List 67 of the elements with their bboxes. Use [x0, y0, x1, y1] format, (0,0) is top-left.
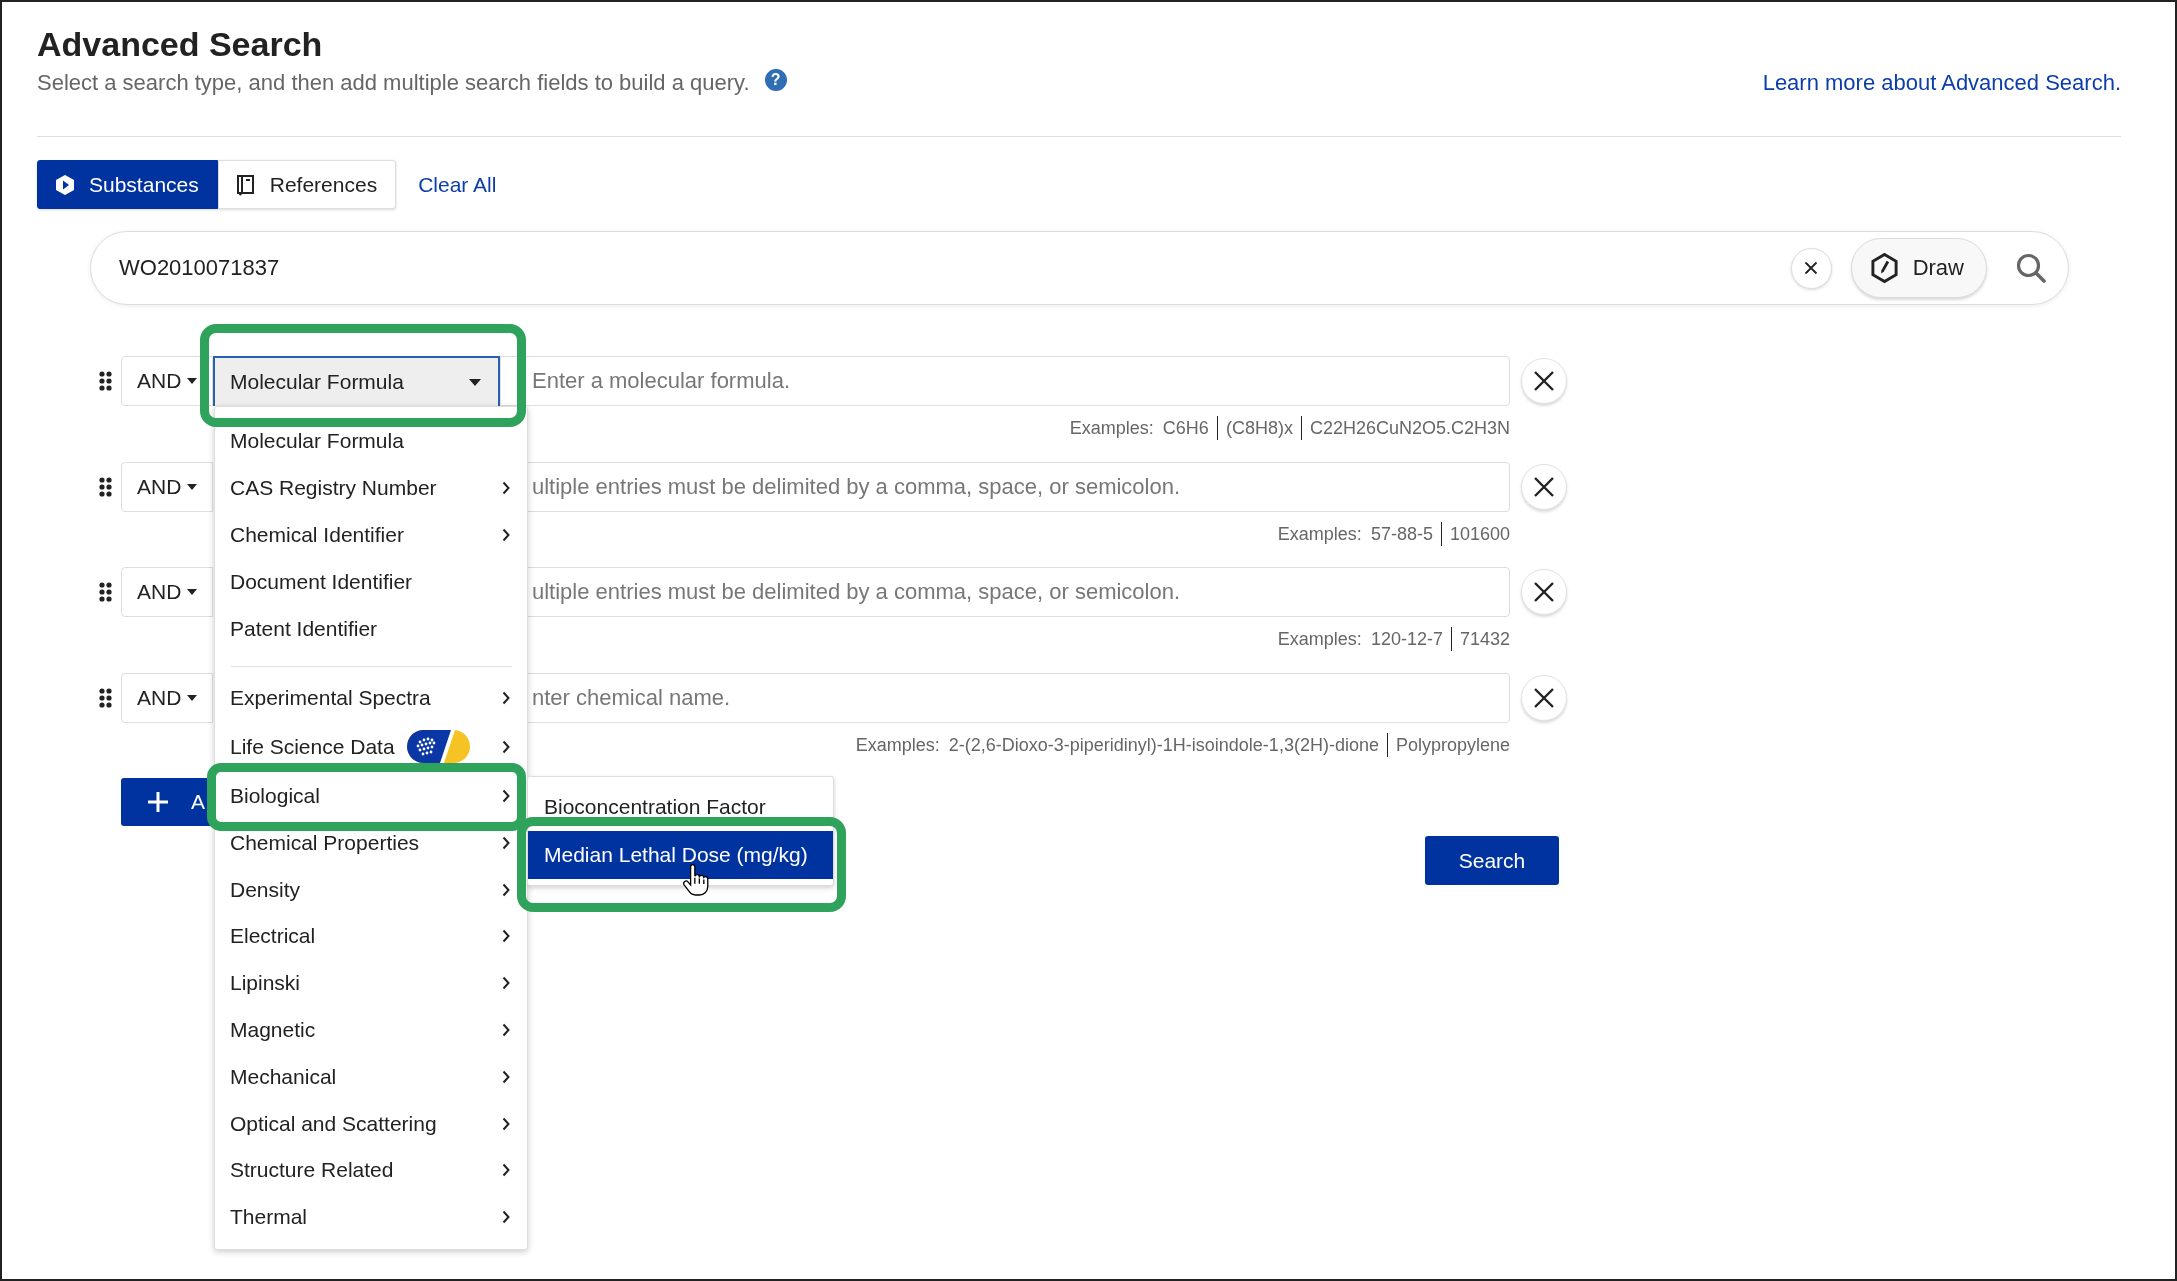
menu-item[interactable]: Mechanical — [215, 1053, 527, 1101]
caret-down-icon — [469, 378, 481, 386]
menu-item[interactable]: Structure Related — [215, 1146, 527, 1194]
page-title: Advanced Search — [37, 24, 324, 64]
examples-label: Examples: — [1277, 628, 1362, 651]
remove-row-button[interactable] — [1521, 358, 1567, 404]
plus-icon — [147, 791, 169, 813]
close-icon — [1804, 261, 1819, 275]
remove-row-button[interactable] — [1521, 569, 1567, 615]
menu-item[interactable]: Lipinski — [215, 959, 527, 1007]
close-icon — [1533, 475, 1555, 498]
menu-item[interactable]: Thermal — [215, 1193, 527, 1241]
examples-label: Examples: — [855, 733, 940, 757]
examples-label: Examples: — [1069, 417, 1154, 440]
search-input[interactable]: WO2010071837 — [119, 253, 1791, 283]
example-value: 101600 — [1440, 521, 1510, 546]
page-subtitle: Select a search type, and then add multiple search fields to build a query. — [37, 69, 750, 97]
menu-item[interactable]: Chemical Identifier — [215, 511, 527, 559]
caret-down-icon — [187, 378, 198, 384]
example-value: 57-88-5 — [1370, 522, 1433, 546]
example-value: 71432 — [1450, 627, 1510, 651]
search-type-tab[interactable]: References — [217, 160, 397, 209]
hexagon-icon — [55, 173, 75, 196]
close-icon — [1533, 581, 1555, 603]
example-value: 2-(2,6-Dioxo-3-piperidinyl)-1H-isoindole-1,3(2H)-dione — [948, 733, 1379, 757]
drag-handle-icon[interactable] — [99, 476, 112, 497]
menu-item[interactable]: Chemical Properties — [215, 819, 527, 867]
query-input[interactable]: Enter a molecular formula. — [500, 356, 1510, 406]
clear-all-link[interactable]: Clear All — [418, 172, 497, 197]
example-value: (C8H8)x — [1216, 416, 1293, 440]
field-dropdown[interactable]: Molecular Formula — [213, 356, 500, 406]
operator-dropdown[interactable]: AND — [121, 672, 213, 723]
example-value: C6H6 — [1162, 417, 1209, 440]
example-value: 120-12-7 — [1370, 628, 1443, 651]
remove-row-button[interactable] — [1521, 463, 1567, 510]
close-icon — [1533, 370, 1555, 392]
caret-down-icon — [187, 694, 198, 701]
hexagon-pencil-icon — [1869, 252, 1899, 284]
example-value: Polypropylene — [1386, 732, 1510, 757]
learn-more-link[interactable]: Learn more about Advanced Search. — [1762, 68, 2121, 98]
drag-handle-icon[interactable] — [99, 371, 112, 391]
search-button[interactable]: Search — [1425, 836, 1559, 885]
operator-dropdown[interactable]: AND — [121, 356, 213, 406]
clear-button[interactable] — [1790, 247, 1832, 289]
remove-row-button[interactable] — [1521, 674, 1567, 721]
menu-item[interactable]: Magnetic — [215, 1006, 527, 1054]
search-icon[interactable] — [2016, 253, 2046, 283]
caret-down-icon — [187, 483, 198, 490]
menu-item[interactable]: Optical and Scattering — [215, 1100, 527, 1147]
search-type-tab[interactable]: Substances — [37, 160, 218, 209]
examples-label: Examples: — [1277, 522, 1362, 546]
caret-down-icon — [187, 589, 198, 595]
book-icon — [235, 173, 256, 196]
search-bar[interactable]: WO2010071837 Draw — [90, 231, 2069, 305]
menu-item[interactable]: Density — [215, 866, 527, 913]
drag-handle-icon[interactable] — [99, 687, 112, 708]
draw-button[interactable]: Draw — [1850, 238, 1987, 298]
close-icon — [1533, 686, 1555, 709]
operator-dropdown[interactable]: AND — [121, 461, 213, 512]
menu-item[interactable]: Electrical — [215, 912, 527, 960]
help-icon[interactable]: ? — [764, 69, 787, 91]
menu-item[interactable]: Life Science Data — [215, 721, 527, 773]
operator-dropdown[interactable]: AND — [121, 567, 213, 617]
menu-item[interactable]: Biological — [215, 772, 527, 820]
drag-handle-icon[interactable] — [99, 582, 112, 602]
example-value: C22H26CuN2O5.C2H3N — [1300, 416, 1510, 440]
submenu-item[interactable]: Bioconcentration Factor — [528, 782, 833, 831]
